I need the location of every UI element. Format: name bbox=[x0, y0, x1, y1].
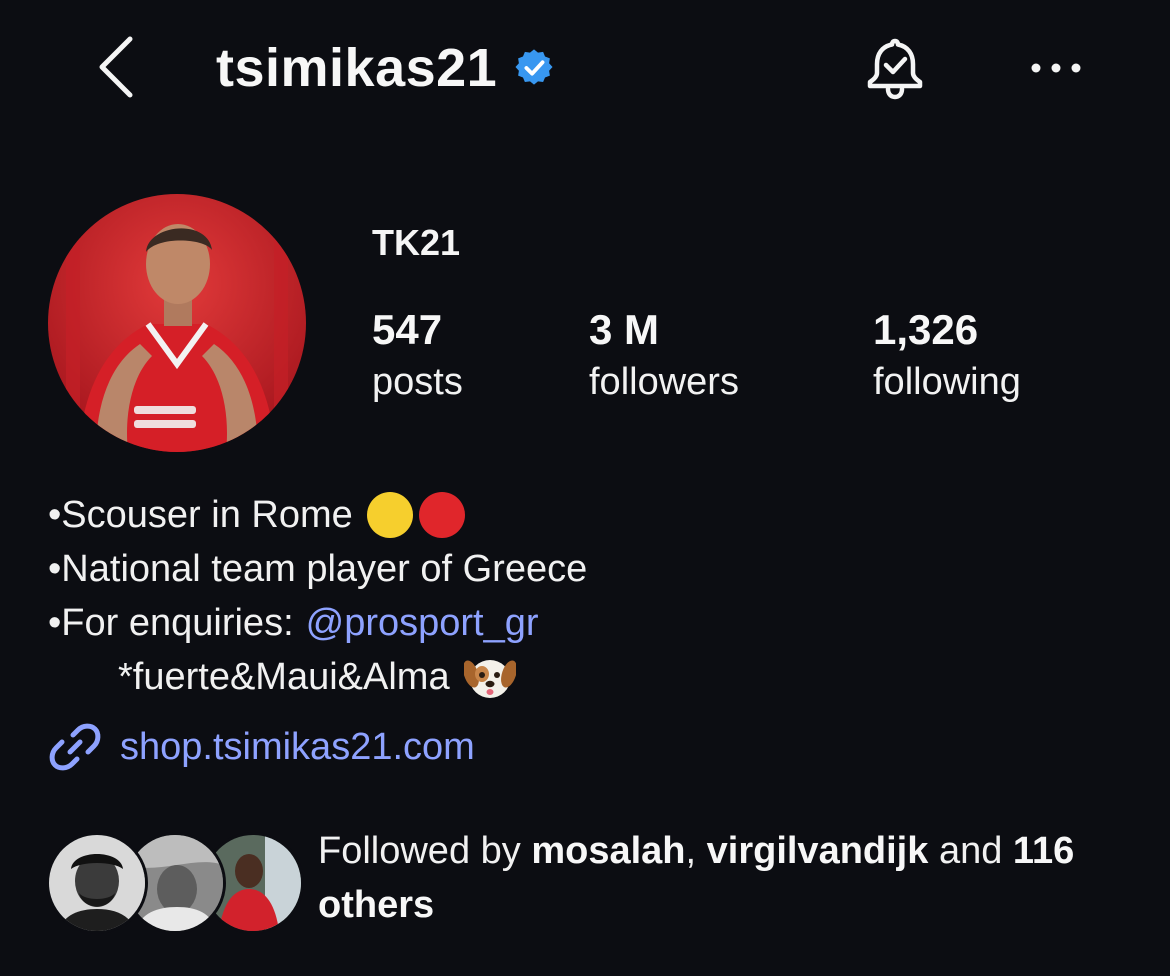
red-circle-emoji-icon bbox=[418, 492, 465, 538]
chevron-left-icon bbox=[99, 36, 133, 98]
bio-line-4-text: *fuerte&Maui&Alma bbox=[118, 656, 450, 698]
header-title: tsimikas21 bbox=[216, 36, 553, 100]
link-icon bbox=[49, 723, 101, 771]
mutual-user-1: mosalah bbox=[531, 830, 686, 872]
followed-by-separator: , bbox=[685, 830, 697, 872]
website-link-text: shop.tsimikas21.com bbox=[120, 725, 475, 768]
more-dots-icon bbox=[1031, 63, 1081, 73]
followers-label: followers bbox=[589, 361, 739, 403]
bio-mention-link[interactable]: @prosport_gr bbox=[306, 596, 539, 650]
bio: •Scouser in Rome •National team player o… bbox=[48, 488, 587, 704]
followed-by-prefix: Followed by bbox=[318, 830, 521, 872]
posts-count: 547 bbox=[372, 306, 443, 353]
avatar bbox=[49, 835, 145, 931]
username: tsimikas21 bbox=[216, 38, 498, 98]
bio-line-2-text: •National team player of Greece bbox=[48, 548, 588, 590]
bio-line-1: •Scouser in Rome bbox=[48, 488, 587, 542]
more-options-button[interactable] bbox=[1024, 44, 1088, 92]
dog-face-emoji-icon bbox=[463, 660, 516, 698]
bio-line-1-text: •Scouser in Rome bbox=[48, 494, 353, 536]
bio-line-3: •For enquiries: @prosport_gr bbox=[48, 596, 587, 650]
mutual-followers-avatars[interactable] bbox=[46, 832, 304, 934]
back-button[interactable] bbox=[92, 34, 140, 100]
followers-stat[interactable]: 3 M followers bbox=[589, 304, 739, 408]
following-count: 1,326 bbox=[873, 306, 979, 353]
yellow-circle-emoji-icon bbox=[366, 492, 413, 538]
bio-line-3-text: •For enquiries: bbox=[48, 602, 294, 644]
bio-line-4: *fuerte&Maui&Alma bbox=[48, 650, 587, 704]
display-name: TK21 bbox=[372, 222, 461, 263]
website-link[interactable]: shop.tsimikas21.com bbox=[48, 718, 475, 776]
followed-by-text[interactable]: Followed by mosalah, virgilvandijk and 1… bbox=[318, 824, 1118, 932]
following-stat[interactable]: 1,326 following bbox=[873, 304, 1021, 408]
mutual-avatar-1[interactable] bbox=[46, 832, 148, 934]
followers-count: 3 M bbox=[589, 306, 660, 353]
bio-line-2: •National team player of Greece bbox=[48, 542, 587, 596]
following-label: following bbox=[873, 361, 1021, 403]
verified-badge-icon bbox=[515, 49, 553, 85]
posts-stat[interactable]: 547 posts bbox=[372, 304, 463, 408]
bell-check-icon bbox=[867, 38, 923, 100]
followed-by-conjunction: and bbox=[938, 830, 1003, 872]
posts-label: posts bbox=[372, 361, 463, 403]
profile-avatar[interactable] bbox=[48, 194, 306, 452]
notifications-button[interactable] bbox=[860, 36, 930, 102]
mutual-user-2: virgilvandijk bbox=[706, 830, 929, 872]
profile-photo bbox=[48, 194, 306, 452]
